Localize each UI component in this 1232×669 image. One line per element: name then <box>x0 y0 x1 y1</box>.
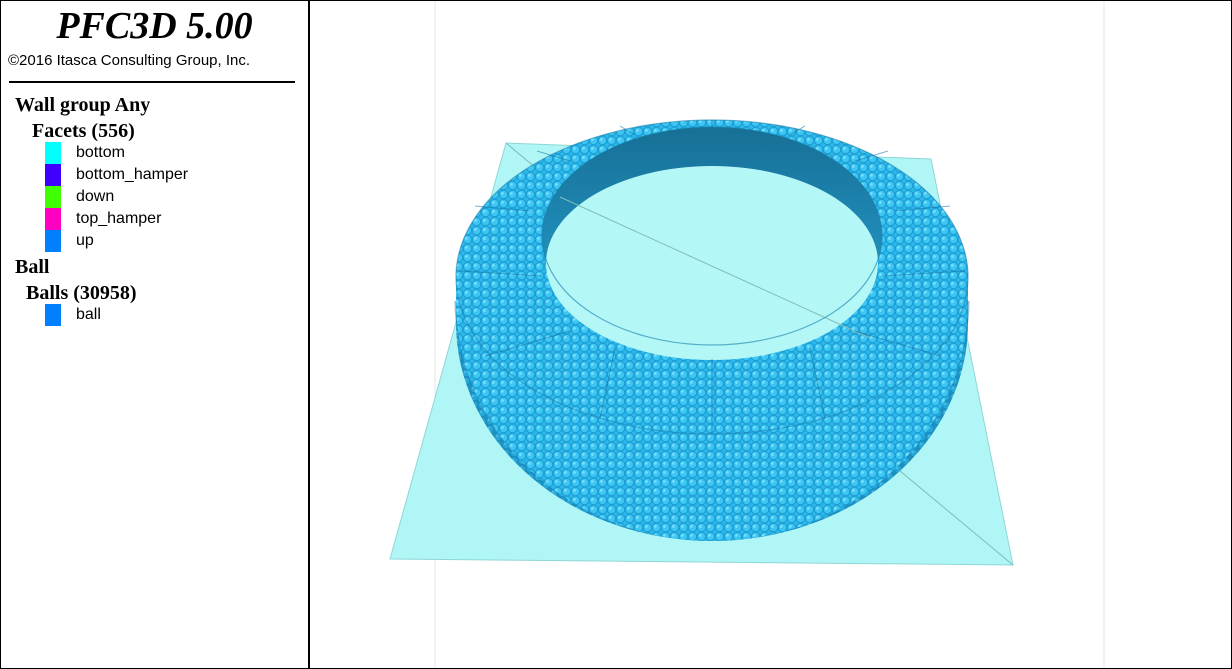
swatch-up <box>45 230 61 252</box>
title-divider <box>9 81 295 83</box>
legend-panel: PFC3D 5.00 ©2016 Itasca Consulting Group… <box>1 1 310 668</box>
legend-subheading-facets: Facets (556) <box>32 120 135 142</box>
legend-label-top-hamper: top_hamper <box>76 210 162 227</box>
legend-item-top-hamper: top_hamper <box>45 208 285 230</box>
model-viewport[interactable] <box>310 1 1232 668</box>
legend-subheading-balls: Balls (30958) <box>26 282 137 304</box>
swatch-down <box>45 186 61 208</box>
copyright-notice: ©2016 Itasca Consulting Group, Inc. <box>8 52 251 69</box>
swatch-bottom-hamper <box>45 164 61 186</box>
plot-frame: PFC3D 5.00 ©2016 Itasca Consulting Group… <box>0 0 1232 669</box>
swatch-top-hamper <box>45 208 61 230</box>
legend-heading-wall-group: Wall group Any <box>15 94 151 116</box>
legend-label-bottom-hamper: bottom_hamper <box>76 166 189 183</box>
legend-item-up: up <box>45 230 285 252</box>
legend-label-down: down <box>76 188 115 205</box>
legend-heading-ball: Ball <box>15 256 50 278</box>
legend-label-bottom: bottom <box>76 144 125 161</box>
swatch-ball <box>45 304 61 326</box>
ring-inner-hole <box>546 166 878 360</box>
model-view <box>389 1 1105 668</box>
product-title: PFC3D 5.00 <box>56 5 253 47</box>
legend-label-up: up <box>76 232 94 249</box>
legend-item-down: down <box>45 186 285 208</box>
swatch-bottom <box>45 142 61 164</box>
legend-label-ball: ball <box>76 306 101 323</box>
legend-item-bottom: bottom <box>45 142 285 164</box>
legend-item-bottom-hamper: bottom_hamper <box>45 164 285 186</box>
legend-item-ball: ball <box>45 304 285 326</box>
